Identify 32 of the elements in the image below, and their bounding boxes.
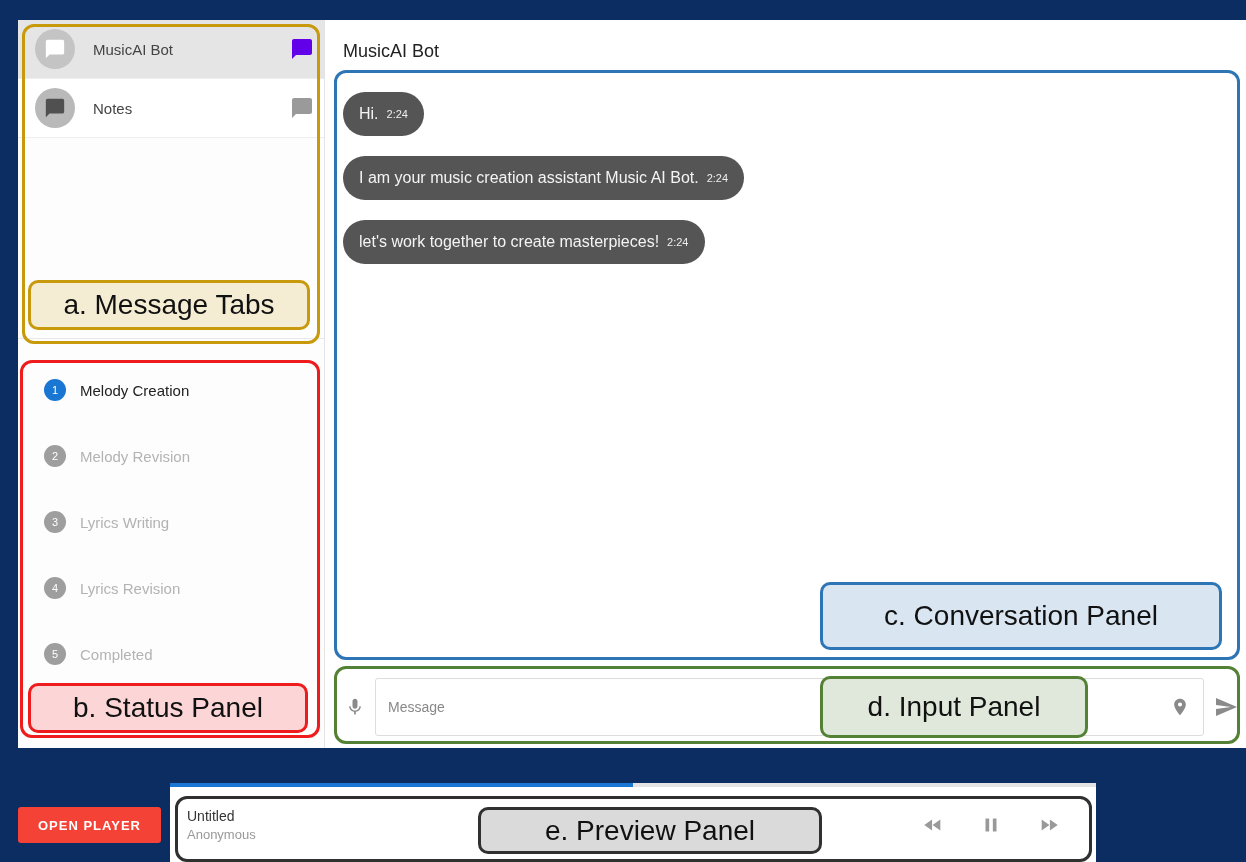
step-label: Melody Revision bbox=[80, 447, 191, 465]
send-icon[interactable] bbox=[1214, 695, 1238, 719]
track-artist: Anonymous bbox=[187, 826, 256, 842]
message-time: 2:24 bbox=[706, 172, 729, 184]
step-label: Lyrics Revision bbox=[80, 579, 181, 597]
chat-bubble-icon bbox=[290, 96, 314, 120]
chat-bubble-icon bbox=[290, 37, 314, 61]
message-text: I am your music creation assistant Music AI Bot. bbox=[359, 169, 699, 187]
annotation-label: d. Input Panel bbox=[820, 676, 1088, 738]
step-number: 2 bbox=[44, 445, 66, 467]
step-number: 1 bbox=[44, 379, 66, 401]
step-label: Lyrics Writing bbox=[80, 513, 170, 531]
message-text: let's work together to create masterpieces! bbox=[359, 233, 660, 251]
progress-track[interactable] bbox=[170, 783, 1096, 787]
message-text: Hi. bbox=[359, 105, 379, 123]
step-number: 3 bbox=[44, 511, 66, 533]
chat-title: MusicAI Bot bbox=[342, 40, 441, 63]
step-number: 4 bbox=[44, 577, 66, 599]
track-title: Untitled bbox=[187, 807, 235, 824]
annotation-label: e. Preview Panel bbox=[478, 807, 822, 854]
step-label: Completed bbox=[80, 645, 153, 663]
chat-tab[interactable]: MusicAI Bot bbox=[18, 20, 324, 79]
open-player-button[interactable]: OPEN PLAYER bbox=[18, 807, 161, 843]
annotation-label: c. Conversation Panel bbox=[820, 582, 1222, 650]
annotation-label: a. Message Tabs bbox=[28, 280, 310, 330]
avatar-icon bbox=[35, 88, 75, 128]
avatar-icon bbox=[35, 29, 75, 69]
message-time: 2:24 bbox=[386, 108, 408, 120]
annotation-label: b. Status Panel bbox=[28, 683, 308, 733]
step-label: Melody Creation bbox=[80, 381, 190, 399]
step-number: 5 bbox=[44, 643, 66, 665]
message-time: 2:24 bbox=[667, 236, 689, 248]
